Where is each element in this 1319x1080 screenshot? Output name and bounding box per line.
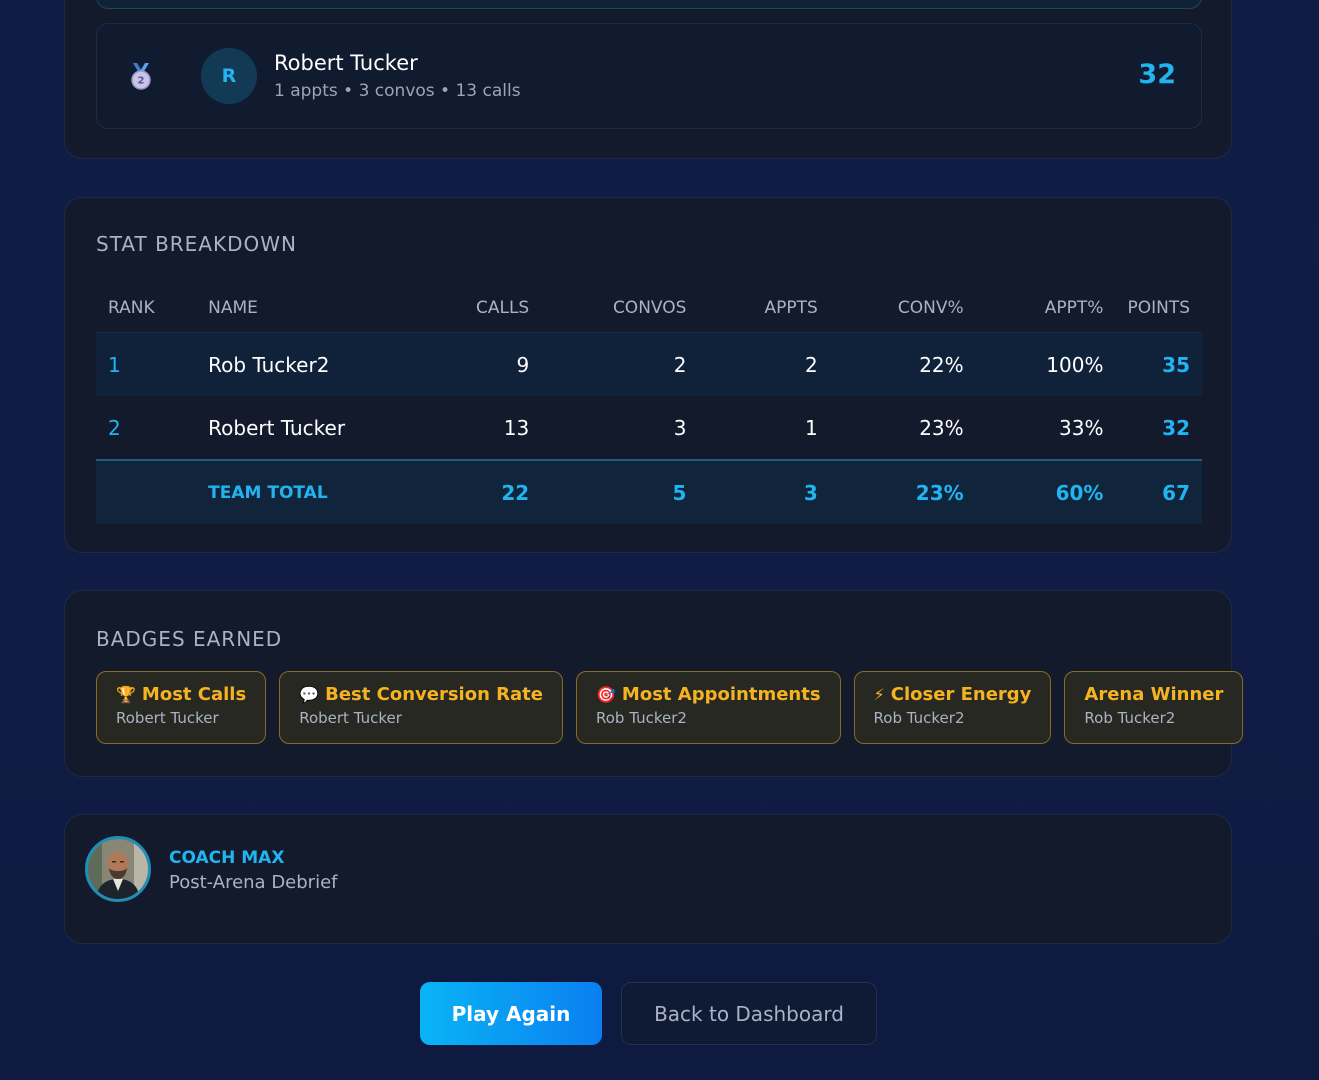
badge-label: Most Calls	[141, 684, 247, 705]
player-summary: 1 appts • 3 convos • 13 calls	[274, 81, 521, 101]
play-again-button[interactable]: Play Again	[420, 982, 602, 1045]
rank-cell	[96, 459, 197, 524]
team-total-label: TEAM TOTAL	[196, 459, 400, 524]
player-name: Robert Tucker	[274, 51, 418, 75]
column-header[interactable]: POINTS	[1115, 284, 1202, 333]
section-title: STAT BREAKDOWN	[96, 232, 297, 256]
coach-avatar	[85, 836, 151, 902]
conv-pct-cell: 23%	[919, 415, 964, 440]
svg-text:2: 2	[138, 76, 145, 87]
appt-pct-cell: 33%	[1059, 415, 1104, 440]
calls-cell: 13	[503, 415, 530, 440]
name-cell: Rob Tucker2	[196, 332, 400, 396]
table-row: 1 Rob Tucker2 9 2 2 22% 100% 35	[96, 332, 1202, 396]
target-icon: 🎯	[596, 685, 616, 704]
coach-portrait-image	[88, 839, 148, 899]
convos-cell: 5	[541, 459, 699, 524]
leaderboard-row: 2 R Robert Tucker 1 appts • 3 convos • 1…	[96, 23, 1202, 129]
column-header[interactable]: RANK	[96, 284, 197, 333]
avatar: R	[201, 48, 257, 104]
back-to-dashboard-button[interactable]: Back to Dashboard	[621, 982, 877, 1045]
badge-arena-winner: Arena Winner Rob Tucker2	[1064, 671, 1244, 744]
coach-debrief-card: COACH MAX Post-Arena Debrief	[64, 814, 1232, 944]
conv-pct-cell: 22%	[829, 332, 976, 396]
player-points: 32	[1138, 59, 1176, 90]
arena-results-page: 2 R Robert Tucker 1 appts • 3 convos • 1…	[0, 0, 1319, 1080]
lightning-icon: ⚡	[873, 685, 885, 704]
badge-winner: Robert Tucker	[299, 709, 402, 727]
points-cell: 35	[1115, 332, 1202, 396]
coach-subtitle: Post-Arena Debrief	[169, 872, 338, 893]
badge-winner: Rob Tucker2	[873, 709, 965, 727]
column-header[interactable]: APPT%	[975, 284, 1116, 333]
badge-closer-energy: ⚡ Closer Energy Rob Tucker2	[853, 671, 1052, 744]
silver-medal-icon: 2	[131, 63, 151, 90]
column-header[interactable]: APPTS	[698, 284, 830, 333]
rank-cell: 1	[96, 332, 197, 396]
badge-list: 🏆 Most Calls Robert Tucker 💬 Best Conversi…	[96, 671, 1244, 744]
coach-name: COACH MAX	[169, 848, 285, 868]
rank-cell: 2	[108, 415, 121, 440]
appts-cell: 2	[698, 332, 830, 396]
appts-cell: 3	[698, 459, 830, 524]
calls-cell: 9	[399, 332, 542, 396]
appt-pct-cell: 60%	[975, 459, 1116, 524]
trophy-icon: 🏆	[116, 685, 136, 704]
badge-most-calls: 🏆 Most Calls Robert Tucker	[96, 671, 267, 744]
stat-breakdown-card: STAT BREAKDOWN RANK NAME CALLS CONVOS AP…	[64, 197, 1232, 553]
column-header[interactable]: CONVOS	[541, 284, 699, 333]
badge-most-appointments: 🎯 Most Appointments Rob Tucker2	[576, 671, 841, 744]
column-header[interactable]: NAME	[196, 284, 400, 333]
points-cell: 67	[1115, 459, 1202, 524]
appts-cell: 1	[805, 415, 818, 440]
badge-label: Best Conversion Rate	[325, 684, 543, 705]
column-header[interactable]: CONV%	[829, 284, 976, 333]
badge-winner: Rob Tucker2	[596, 709, 687, 727]
team-total-row: TEAM TOTAL 22 5 3 23% 60% 67	[96, 459, 1202, 524]
table-row: 2 Robert Tucker 13 3 1 23% 33% 32	[96, 396, 1202, 460]
appt-pct-cell: 100%	[975, 332, 1116, 396]
badge-winner: Robert Tucker	[116, 709, 219, 727]
column-header[interactable]: CALLS	[399, 284, 542, 333]
name-cell: Robert Tucker	[208, 415, 346, 440]
badges-card: BADGES EARNED 🏆 Most Calls Robert Tucker …	[64, 590, 1244, 777]
badge-best-conversion-rate: 💬 Best Conversion Rate Robert Tucker	[279, 671, 563, 744]
section-title: BADGES EARNED	[96, 627, 283, 651]
stats-table: RANK NAME CALLS CONVOS APPTS CONV% APPT%…	[96, 284, 1202, 524]
points-cell: 32	[1162, 415, 1190, 440]
leaderboard-row-previous	[96, 0, 1202, 9]
conv-pct-cell: 23%	[829, 459, 976, 524]
calls-cell: 22	[399, 459, 542, 524]
badge-label: Most Appointments	[621, 684, 821, 705]
badge-label: Arena Winner	[1084, 684, 1224, 705]
speech-bubble-icon: 💬	[299, 685, 320, 704]
table-header-row: RANK NAME CALLS CONVOS APPTS CONV% APPT%…	[96, 284, 1202, 333]
leaderboard-card: 2 R Robert Tucker 1 appts • 3 convos • 1…	[64, 0, 1232, 159]
convos-cell: 2	[541, 332, 699, 396]
badge-winner: Rob Tucker2	[1084, 709, 1176, 727]
convos-cell: 3	[673, 415, 687, 440]
badge-label: Closer Energy	[890, 684, 1032, 705]
